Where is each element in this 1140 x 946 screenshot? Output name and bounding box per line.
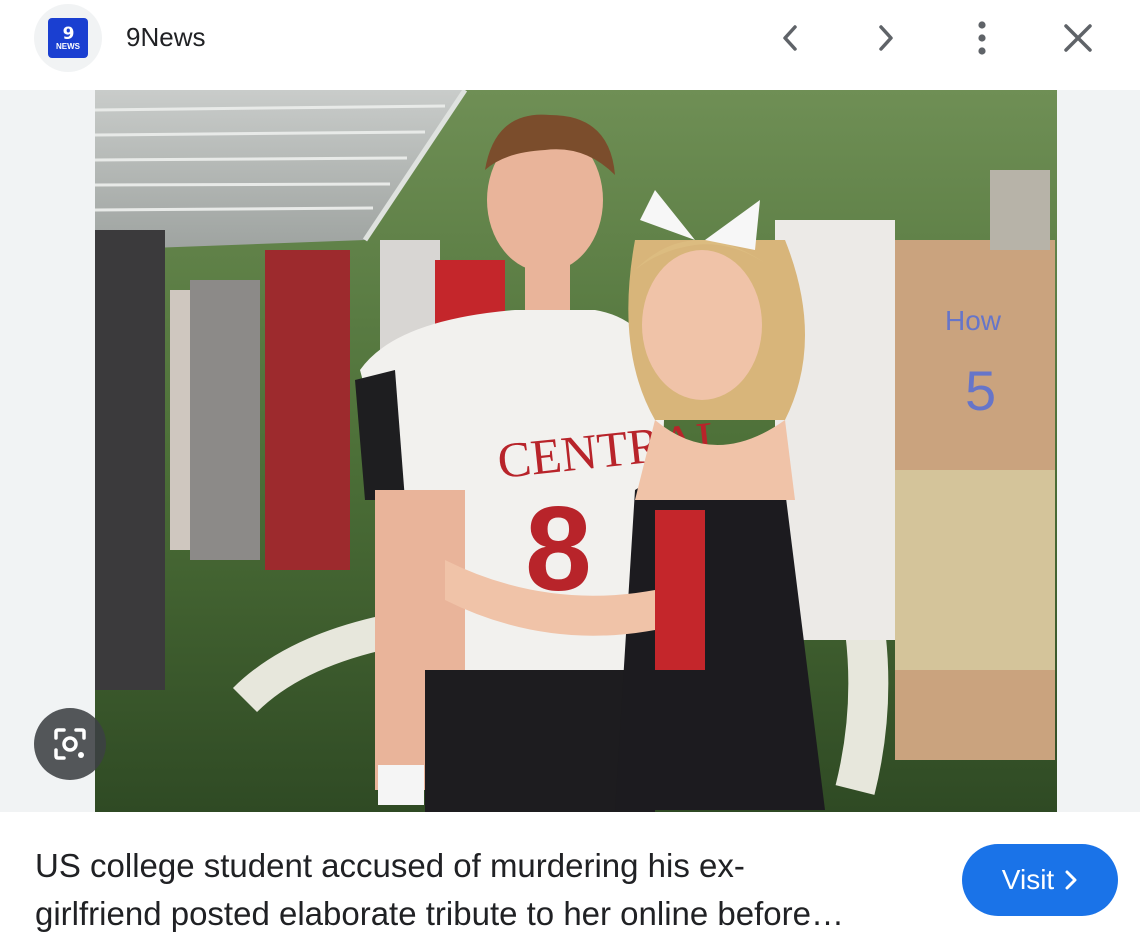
logo-number: 9 (62, 23, 75, 44)
article-title[interactable]: US college student accused of murdering … (35, 842, 935, 938)
close-icon (1064, 24, 1092, 52)
article-title-line-2: girlfriend posted elaborate tribute to h… (35, 895, 844, 932)
article-title-line-1: US college student accused of murdering … (35, 847, 745, 884)
visit-label: Visit (1001, 864, 1055, 895)
photo-illustration: How 5 CENTRAL 8 (95, 90, 1057, 812)
image-preview-area: How 5 CENTRAL 8 (0, 90, 1140, 812)
chevron-left-icon (783, 25, 797, 51)
more-options-button[interactable] (958, 14, 1006, 62)
body-paint-number: 5 (965, 359, 996, 422)
viewer-header: 9 NEWS 9News (0, 0, 1140, 90)
more-vert-icon (978, 21, 986, 55)
nine-news-logo-icon: 9 NEWS (48, 18, 88, 58)
previous-button[interactable] (766, 14, 814, 62)
chevron-right-icon (1065, 870, 1077, 890)
next-button[interactable] (862, 14, 910, 62)
article-photo[interactable]: How 5 CENTRAL 8 (95, 90, 1057, 812)
visual-search-button[interactable] (34, 708, 106, 780)
source-logo[interactable]: 9 NEWS (34, 4, 102, 72)
source-name[interactable]: 9News (126, 22, 205, 53)
chevron-right-icon (879, 25, 893, 51)
visual-search-icon (54, 728, 86, 760)
logo-text: NEWS (56, 41, 80, 51)
body-paint-word: How (945, 305, 1002, 336)
visit-button[interactable]: Visit (962, 844, 1118, 916)
close-button[interactable] (1054, 14, 1102, 62)
